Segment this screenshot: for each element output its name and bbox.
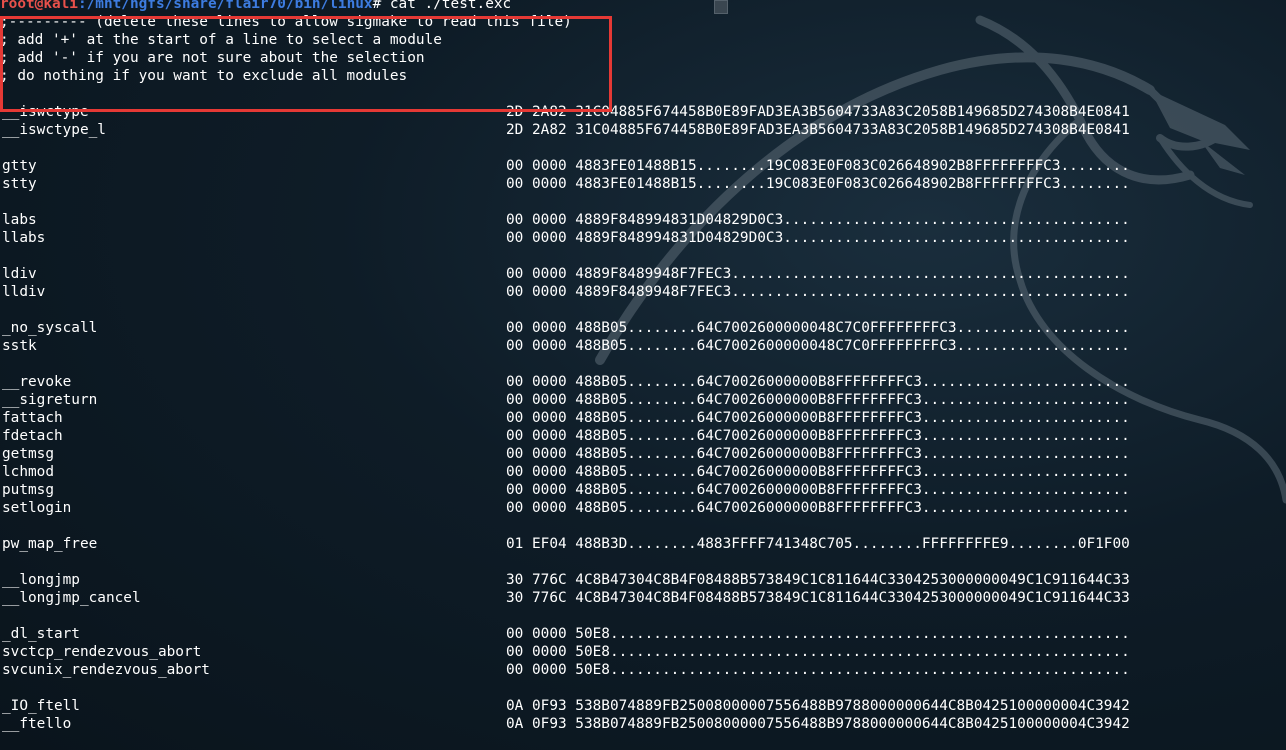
module-name: labs bbox=[2, 212, 37, 228]
module-row: _no_syscall 00 0000 488B05........64C7002… bbox=[0, 319, 1286, 337]
module-list: __iswctype 2D 2A82 31C04885F674458B0E89FA… bbox=[0, 85, 1286, 733]
module-signature: 0A 0F93 538B074889FB25008000007556488B97… bbox=[506, 716, 1130, 732]
module-signature: 00 0000 488B05........64C70026000000B8FF… bbox=[506, 428, 1130, 444]
module-signature: 2D 2A82 31C04885F674458B0E89FAD3EA3B5604… bbox=[506, 104, 1130, 120]
module-row: svcunix_rendezvous_abort 00 0000 50E8....… bbox=[0, 661, 1286, 679]
module-row: fdetach 00 0000 488B05........64C70026000… bbox=[0, 427, 1286, 445]
module-signature: 00 0000 4883FE01488B15........19C083E0F0… bbox=[506, 158, 1130, 174]
module-name: _no_syscall bbox=[2, 320, 98, 336]
module-signature: 00 0000 488B05........64C70026000000B8FF… bbox=[506, 500, 1130, 516]
module-name: lldiv bbox=[2, 284, 46, 300]
module-row: __revoke 00 0000 488B05........64C7002600… bbox=[0, 373, 1286, 391]
module-row: ldiv 00 0000 4889F8489948F7FEC3..........… bbox=[0, 265, 1286, 283]
module-row bbox=[0, 553, 1286, 571]
module-signature: 00 0000 488B05........64C70026000000B8FF… bbox=[506, 392, 1130, 408]
module-name: getmsg bbox=[2, 446, 54, 462]
module-row: pw_map_free 01 EF04 488B3D........4883FFF… bbox=[0, 535, 1286, 553]
module-signature: 00 0000 50E8............................… bbox=[506, 662, 1130, 678]
module-signature: 00 0000 4883FE01488B15........19C083E0F0… bbox=[506, 176, 1130, 192]
module-row bbox=[0, 607, 1286, 625]
module-signature: 00 0000 4889F8489948F7FEC3..............… bbox=[506, 284, 1130, 300]
module-name: svcunix_rendezvous_abort bbox=[2, 662, 210, 678]
module-row bbox=[0, 679, 1286, 697]
module-signature: 00 0000 4889F848994831D04829D0C3........… bbox=[506, 212, 1130, 228]
module-row: _IO_ftell 0A 0F93 538B074889FB25008000007… bbox=[0, 697, 1286, 715]
header-line: ; add '+' at the start of a line to sele… bbox=[0, 32, 442, 48]
module-row: setlogin 00 0000 488B05........64C7002600… bbox=[0, 499, 1286, 517]
module-signature: 01 EF04 488B3D........4883FFFF741348C705… bbox=[506, 536, 1130, 552]
module-row bbox=[0, 193, 1286, 211]
command-prompt-line: root@kali:/mnt/hgfs/share/flair70/bin/li… bbox=[0, 0, 1286, 13]
module-signature: 30 776C 4C8B47304C8B4F08488B573849C1C811… bbox=[506, 572, 1130, 588]
module-row bbox=[0, 301, 1286, 319]
module-signature: 00 0000 488B05........64C7002600000048C7… bbox=[506, 338, 1130, 354]
module-row bbox=[0, 139, 1286, 157]
module-row: labs 00 0000 4889F848994831D04829D0C3....… bbox=[0, 211, 1286, 229]
module-signature: 00 0000 488B05........64C70026000000B8FF… bbox=[506, 446, 1130, 462]
header-line: ; do nothing if you want to exclude all … bbox=[0, 68, 408, 84]
module-row: llabs 00 0000 4889F848994831D04829D0C3...… bbox=[0, 229, 1286, 247]
module-name: gtty bbox=[2, 158, 37, 174]
module-row bbox=[0, 355, 1286, 373]
prompt-path: :/mnt/hgfs/share/flair70/bin/linux bbox=[77, 0, 373, 12]
module-name: llabs bbox=[2, 230, 46, 246]
module-signature: 00 0000 4889F848994831D04829D0C3........… bbox=[506, 230, 1130, 246]
module-row: __sigreturn 00 0000 488B05........64C7002… bbox=[0, 391, 1286, 409]
module-row: putmsg 00 0000 488B05........64C700260000… bbox=[0, 481, 1286, 499]
module-signature: 00 0000 488B05........64C7002600000048C7… bbox=[506, 320, 1130, 336]
module-signature: 00 0000 488B05........64C70026000000B8FF… bbox=[506, 482, 1130, 498]
module-name: _dl_start bbox=[2, 626, 80, 642]
header-line: ;--------- (delete these lines to allow … bbox=[0, 14, 572, 30]
module-signature: 00 0000 488B05........64C70026000000B8FF… bbox=[506, 410, 1130, 426]
module-row: __longjmp_cancel 30 776C 4C8B47304C8B4F08… bbox=[0, 589, 1286, 607]
module-name: __ftello bbox=[2, 716, 72, 732]
module-row: __iswctype_l 2D 2A82 31C04885F674458B0E89… bbox=[0, 121, 1286, 139]
module-row bbox=[0, 247, 1286, 265]
module-row: getmsg 00 0000 488B05........64C700260000… bbox=[0, 445, 1286, 463]
module-signature: 30 776C 4C8B47304C8B4F08488B573849C1C811… bbox=[506, 590, 1130, 606]
module-name: _IO_ftell bbox=[2, 698, 80, 714]
module-name: stty bbox=[2, 176, 37, 192]
module-name: svctcp_rendezvous_abort bbox=[2, 644, 202, 660]
module-name: ldiv bbox=[2, 266, 37, 282]
module-row: __ftello 0A 0F93 538B074889FB250080000075… bbox=[0, 715, 1286, 733]
module-name: fattach bbox=[2, 410, 63, 426]
module-row: gtty 00 0000 4883FE01488B15........19C083… bbox=[0, 157, 1286, 175]
header-line: ; add '-' if you are not sure about the … bbox=[0, 50, 425, 66]
module-name: putmsg bbox=[2, 482, 54, 498]
module-signature: 00 0000 50E8............................… bbox=[506, 644, 1130, 660]
terminal-output: root@kali:/mnt/hgfs/share/flair70/bin/li… bbox=[0, 0, 1286, 733]
module-name: __iswctype_l bbox=[2, 122, 106, 138]
module-name: sstk bbox=[2, 338, 37, 354]
module-name: setlogin bbox=[2, 500, 72, 516]
module-name: __longjmp_cancel bbox=[2, 590, 141, 606]
module-row: sstk 00 0000 488B05........64C70026000000… bbox=[0, 337, 1286, 355]
module-row: lldiv 00 0000 4889F8489948F7FEC3.........… bbox=[0, 283, 1286, 301]
module-row: fattach 00 0000 488B05........64C70026000… bbox=[0, 409, 1286, 427]
module-signature: 00 0000 488B05........64C70026000000B8FF… bbox=[506, 464, 1130, 480]
module-signature: 0A 0F93 538B074889FB25008000007556488B97… bbox=[506, 698, 1130, 714]
module-name: __sigreturn bbox=[2, 392, 98, 408]
module-name: __revoke bbox=[2, 374, 72, 390]
module-signature: 00 0000 50E8............................… bbox=[506, 626, 1130, 642]
module-row bbox=[0, 85, 1286, 103]
prompt-user: root@kali bbox=[0, 0, 78, 12]
module-name: __iswctype bbox=[2, 104, 89, 120]
module-row: svctcp_rendezvous_abort 00 0000 50E8.....… bbox=[0, 643, 1286, 661]
module-row: lchmod 00 0000 488B05........64C700260000… bbox=[0, 463, 1286, 481]
module-name: __longjmp bbox=[2, 572, 80, 588]
module-row: stty 00 0000 4883FE01488B15........19C083… bbox=[0, 175, 1286, 193]
module-name: fdetach bbox=[2, 428, 63, 444]
module-row bbox=[0, 517, 1286, 535]
module-signature: 00 0000 488B05........64C70026000000B8FF… bbox=[506, 374, 1130, 390]
module-name: lchmod bbox=[2, 464, 54, 480]
module-row: __longjmp 30 776C 4C8B47304C8B4F08488B573… bbox=[0, 571, 1286, 589]
module-signature: 00 0000 4889F8489948F7FEC3..............… bbox=[506, 266, 1130, 282]
prompt-command: # cat ./test.exc bbox=[372, 0, 512, 12]
module-signature: 2D 2A82 31C04885F674458B0E89FAD3EA3B5604… bbox=[506, 122, 1130, 138]
module-row: __iswctype 2D 2A82 31C04885F674458B0E89FA… bbox=[0, 103, 1286, 121]
module-row: _dl_start 00 0000 50E8...................… bbox=[0, 625, 1286, 643]
module-name: pw_map_free bbox=[2, 536, 98, 552]
